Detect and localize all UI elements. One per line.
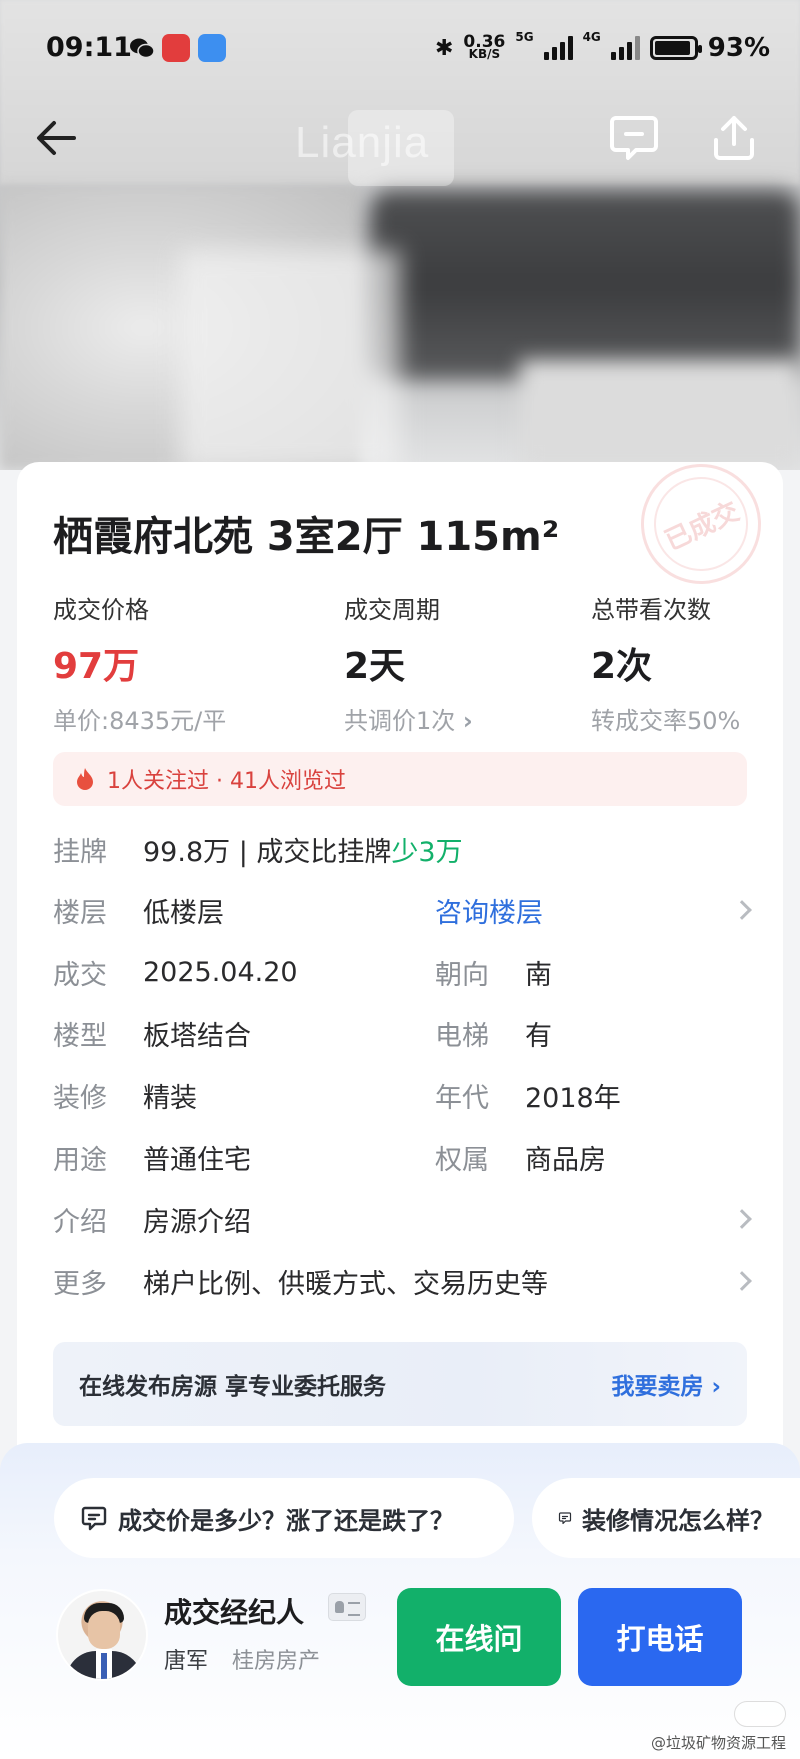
signal-5g-label: 5G: [515, 30, 534, 44]
sell-banner-text: 在线发布房源 享专业委托服务: [79, 1374, 387, 1400]
row-intro[interactable]: 介绍 房源介绍: [53, 1199, 747, 1239]
chevron-right-icon: ›: [462, 707, 473, 735]
watermark-badge: [734, 1701, 786, 1727]
chat-icon: [558, 1512, 572, 1525]
battery-icon: [649, 36, 702, 60]
agent-avatar[interactable]: [56, 1589, 148, 1681]
row-usage: 用途 普通住宅: [53, 1144, 251, 1176]
signal-4g-label: 4G: [582, 30, 601, 44]
row-orientation: 朝向南: [435, 959, 552, 991]
sell-house-link[interactable]: 我要卖房 ›: [612, 1367, 722, 1401]
call-button[interactable]: 打电话: [578, 1588, 742, 1686]
row-listing-price: 挂牌 99.8万 | 成交比挂牌 少3万: [53, 829, 463, 869]
listing-title: 栖霞府北苑 3室2厅 115m²: [53, 514, 560, 560]
quick-question-price[interactable]: 成交价是多少？涨了还是跌了？: [54, 1478, 514, 1558]
sell-house-banner[interactable]: 在线发布房源 享专业委托服务 我要卖房 ›: [53, 1342, 747, 1426]
row-decoration: 装修 精装: [53, 1082, 197, 1114]
battery-percent: 93%: [707, 33, 770, 63]
image-credit: @垃圾矿物资源工程: [650, 1734, 786, 1752]
row-building-type: 楼型 板塔结合: [53, 1020, 251, 1052]
listing-card: 已成交 栖霞府北苑 3室2厅 115m² 成交价格 97万 单价:8435元/平…: [17, 444, 783, 1452]
message-button[interactable]: [606, 110, 662, 166]
row-elevator: 电梯有: [435, 1020, 552, 1052]
stat-deal-cycle[interactable]: 成交周期 2天 共调价1次 ›: [344, 590, 473, 736]
share-button[interactable]: [706, 110, 762, 166]
app-notification-icon: [162, 34, 190, 62]
wechat-icon: [128, 34, 156, 62]
status-bar: 09:11 ✱ 0.36 KB/S 5G 4G 93%: [0, 0, 800, 96]
flame-icon: [77, 768, 93, 790]
bluetooth-icon: ✱: [434, 35, 454, 61]
row-more[interactable]: 更多 梯户比例、供暖方式、交易历史等: [53, 1261, 747, 1301]
row-deal-date: 成交 2025.04.20: [53, 956, 298, 991]
signal-5g-icon: [543, 36, 573, 60]
row-ownership: 权属 商品房: [435, 1144, 606, 1176]
share-icon: [714, 116, 754, 160]
back-button[interactable]: [30, 110, 86, 166]
back-arrow-icon: [37, 121, 76, 155]
agent-company: 桂房房产: [232, 1649, 321, 1674]
row-floor: 楼层 低楼层: [53, 897, 224, 929]
network-speed: 0.36 KB/S: [463, 32, 506, 61]
message-icon: [610, 116, 658, 160]
business-card-icon[interactable]: [328, 1593, 366, 1621]
popularity-banner: 1人关注过 · 41人浏览过: [53, 752, 747, 806]
price-difference: 少3万: [391, 836, 463, 868]
bottom-panel: 成交价是多少？涨了还是跌了？ 装修情况怎么样？ 成交经纪人 唐军 桂房房产 在线…: [0, 1443, 800, 1759]
stat-deal-price: 成交价格 97万 单价:8435元/平: [53, 596, 227, 735]
weather-icon: [198, 34, 226, 62]
floor-chevron-icon[interactable]: [732, 900, 752, 920]
agent-role: 成交经纪人: [164, 1596, 305, 1629]
status-time: 09:11: [46, 32, 132, 63]
signal-4g-icon: [610, 36, 640, 60]
stat-viewings: 总带看次数 2次 转成交率50%: [591, 596, 741, 735]
online-ask-button[interactable]: 在线问: [397, 1588, 561, 1686]
quick-question-decoration[interactable]: 装修情况怎么样？: [532, 1478, 800, 1558]
photo-watermark: Lianjia: [295, 118, 430, 167]
row-year: 年代 2018年: [435, 1082, 621, 1114]
agent-name: 唐军: [164, 1649, 209, 1674]
chat-icon: [81, 1506, 107, 1531]
consult-floor-link[interactable]: 咨询楼层: [435, 890, 543, 930]
sold-stamp: 已成交: [621, 444, 781, 604]
